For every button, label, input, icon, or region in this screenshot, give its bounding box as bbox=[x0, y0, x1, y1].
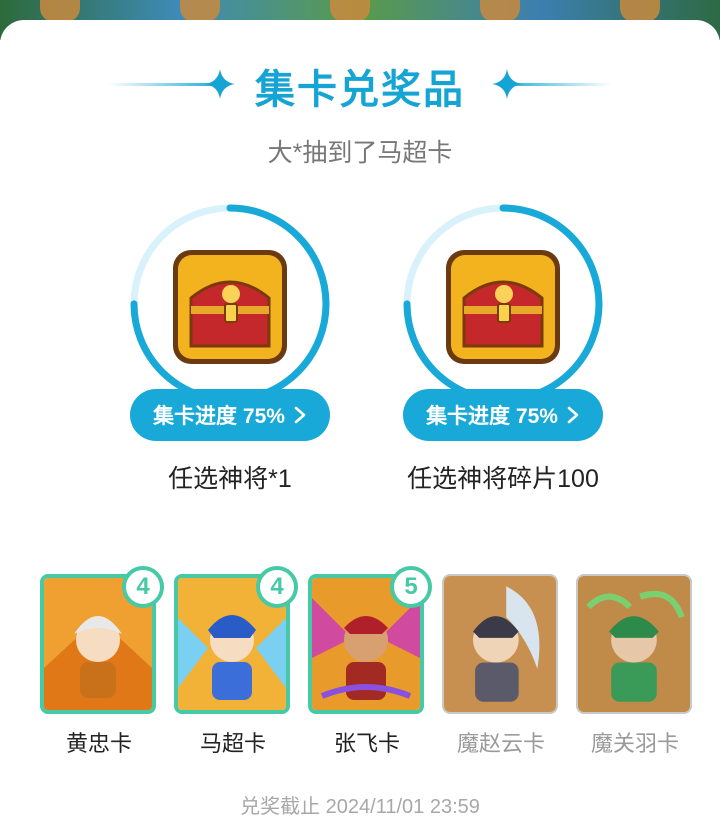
card-name: 黄忠卡 bbox=[65, 731, 132, 756]
card-name: 张飞卡 bbox=[333, 731, 400, 756]
treasure-chest-icon bbox=[446, 250, 560, 364]
draw-notice: 大*抽到了马超卡 bbox=[267, 139, 453, 167]
collection-progress-button[interactable]: 集卡进度 75% bbox=[403, 389, 603, 441]
collection-progress-label: 集卡进度 75% bbox=[426, 405, 558, 428]
card-name: 马超卡 bbox=[199, 731, 266, 756]
card-art bbox=[576, 574, 692, 714]
collection-progress-button[interactable]: 集卡进度 75% bbox=[130, 389, 330, 441]
page-title: 集卡兑奖品 bbox=[255, 68, 465, 112]
chevron-right-icon bbox=[294, 406, 306, 424]
reward-name: 任选神将*1 bbox=[168, 465, 292, 493]
card-count-badge: 4 bbox=[122, 566, 164, 608]
treasure-chest-icon bbox=[173, 250, 287, 364]
card-name: 魔赵云卡 bbox=[456, 731, 545, 756]
card-art bbox=[442, 574, 558, 714]
title-row: 集卡兑奖品 bbox=[0, 58, 720, 114]
card-count-badge: 4 bbox=[256, 566, 298, 608]
collection-progress-label: 集卡进度 75% bbox=[153, 405, 285, 428]
card-name: 魔关羽卡 bbox=[590, 731, 679, 756]
reward-name: 任选神将碎片100 bbox=[407, 465, 599, 493]
chevron-right-icon bbox=[567, 406, 579, 424]
card-collection: 4 黄忠卡 4 马超卡 5 张飞卡 魔赵云卡 魔关羽卡 bbox=[0, 566, 720, 760]
redeem-deadline: 兑奖截止 2024/11/01 23:59 bbox=[240, 796, 480, 818]
card-count-badge: 5 bbox=[390, 566, 432, 608]
